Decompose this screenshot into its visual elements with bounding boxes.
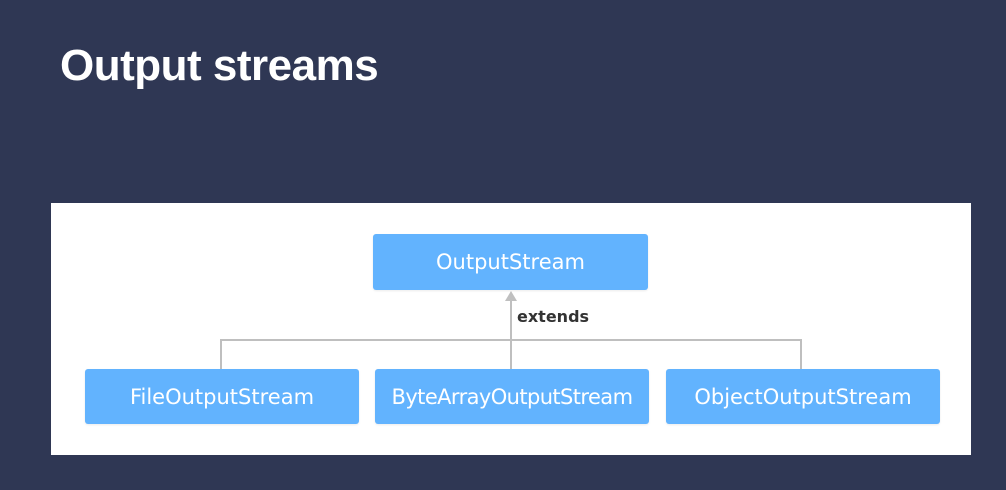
node-objectoutputstream: ObjectOutputStream (666, 369, 940, 424)
node-outputstream: OutputStream (373, 234, 648, 290)
node-bytearrayoutputstream: ByteArrayOutputStream (375, 369, 649, 424)
arrowhead-icon (505, 291, 517, 301)
extends-label: extends (517, 307, 590, 326)
class-hierarchy-diagram: OutputStream extends FileOutputStream By… (51, 203, 971, 455)
slide-title: Output streams (60, 41, 379, 90)
node-fileoutputstream: FileOutputStream (85, 369, 359, 424)
